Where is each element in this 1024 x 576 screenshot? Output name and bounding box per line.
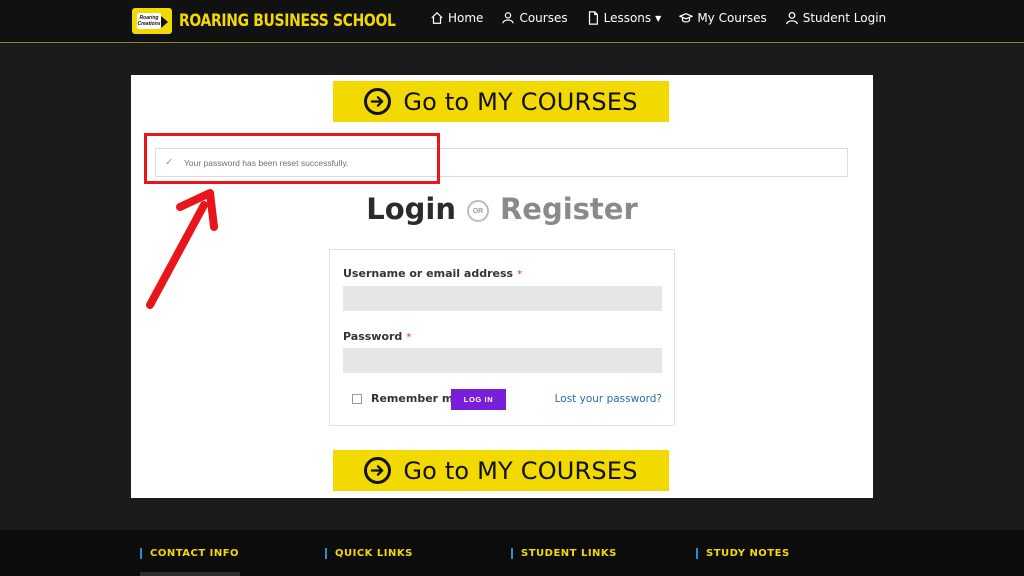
nav-student-login[interactable]: Student Login <box>785 11 886 25</box>
username-label: Username or email address * <box>343 267 522 280</box>
site-logo[interactable]: Roaring Creations ROARING BUSINESS SCHOO… <box>132 8 443 34</box>
logo-badge-line2: Creations <box>137 21 161 27</box>
nav-lessons-label: Lessons <box>603 11 652 25</box>
footer-cut-off-text <box>140 572 240 576</box>
remember-me-checkbox[interactable] <box>352 393 362 404</box>
or-separator: OR <box>466 200 489 222</box>
log-in-button[interactable]: LOG IN <box>451 389 506 410</box>
footer-study-notes: STUDY NOTES <box>696 548 790 559</box>
required-mark: * <box>406 332 412 343</box>
or-label: OR <box>472 207 484 215</box>
nav-student-login-label: Student Login <box>802 11 887 25</box>
arrow-circle-right-icon <box>364 88 392 115</box>
users-icon <box>502 12 515 24</box>
nav-home[interactable]: Home <box>430 11 483 25</box>
nav-my-courses-label: My Courses <box>697 11 767 25</box>
footer-heading: STUDY NOTES <box>706 548 790 559</box>
logo-text: ROARING BUSINESS SCHOOL <box>179 11 396 31</box>
tab-register[interactable]: Register <box>500 192 638 226</box>
footer-quick-links: QUICK LINKS <box>325 548 413 559</box>
home-icon <box>431 11 443 24</box>
logo-badge: Roaring Creations <box>132 8 172 34</box>
auth-tabs: Login OR Register <box>131 192 873 226</box>
nav-courses[interactable]: Courses <box>501 11 568 25</box>
chevron-down-icon: ▼ <box>655 13 662 23</box>
remember-me[interactable]: Remember me <box>352 392 461 405</box>
lost-password-link[interactable]: Lost your password? <box>555 393 662 405</box>
tab-login[interactable]: Login <box>366 192 456 226</box>
footer-heading: CONTACT INFO <box>150 548 240 559</box>
document-icon <box>588 11 598 25</box>
login-form: Username or email address * Password * Rem… <box>329 249 675 426</box>
main-nav: Home Courses Lessons ▼ My Courses Studen… <box>430 11 904 25</box>
nav-home-label: Home <box>448 11 484 25</box>
go-to-my-courses-button-bottom[interactable]: Go to MY COURSES <box>333 450 669 491</box>
footer-student-links: STUDENT LINKS <box>511 548 617 559</box>
password-label: Password * <box>343 330 411 343</box>
user-icon <box>785 11 798 25</box>
arrow-circle-right-icon <box>364 457 392 484</box>
annotation-arrow-icon <box>146 189 218 309</box>
footer-heading: QUICK LINKS <box>335 548 413 559</box>
username-input[interactable] <box>343 286 662 311</box>
nav-my-courses[interactable]: My Courses <box>679 11 767 25</box>
site-footer: CONTACT INFO QUICK LINKS STUDENT LINKS S… <box>0 530 1024 576</box>
required-mark: * <box>517 269 523 280</box>
graduation-cap-icon <box>679 12 694 23</box>
username-label-text: Username or email address <box>343 267 514 280</box>
footer-heading: STUDENT LINKS <box>521 548 617 559</box>
annotation-highlight-box <box>144 133 440 184</box>
remember-me-label: Remember me <box>371 392 461 405</box>
go-to-my-courses-label: Go to MY COURSES <box>403 87 638 116</box>
nav-courses-label: Courses <box>519 11 568 25</box>
go-to-my-courses-button-top[interactable]: Go to MY COURSES <box>333 81 669 122</box>
nav-lessons[interactable]: Lessons ▼ <box>586 11 662 25</box>
password-label-text: Password <box>343 330 403 343</box>
password-input[interactable] <box>343 348 662 373</box>
footer-contact-info: CONTACT INFO <box>140 548 239 559</box>
go-to-my-courses-label: Go to MY COURSES <box>403 456 638 485</box>
site-header: Roaring Creations ROARING BUSINESS SCHOO… <box>0 0 1024 43</box>
